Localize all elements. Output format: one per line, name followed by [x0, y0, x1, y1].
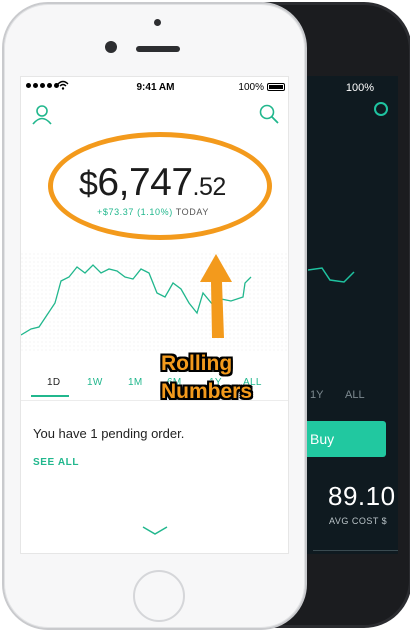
portfolio-chart[interactable] — [21, 253, 289, 353]
pending-orders-text: You have 1 pending order. — [33, 426, 185, 441]
chevron-down-icon[interactable] — [142, 523, 168, 541]
home-button[interactable] — [133, 570, 185, 622]
mockup-stage: 100% 1Y ALL Buy 89.10 AVG COST $ 9:41 AM… — [0, 0, 410, 633]
sensor-dot — [154, 19, 161, 26]
earpiece-speaker — [136, 46, 180, 52]
tab-1w[interactable]: 1W — [87, 377, 103, 388]
back-battery-text: 100% — [345, 82, 374, 94]
active-tab-indicator — [31, 395, 69, 397]
battery-icon — [267, 83, 285, 91]
annotation-label-rolling: Rolling — [161, 352, 233, 375]
battery-percent: 100% — [238, 82, 264, 93]
buy-button[interactable]: Buy — [298, 421, 386, 457]
highlight-ellipse — [48, 132, 272, 240]
back-chart-line — [308, 267, 355, 283]
avg-cost-value: 89.10 — [328, 481, 396, 511]
back-tab-1y[interactable]: 1Y — [310, 389, 323, 401]
annotation-label-numbers: Numbers — [161, 380, 253, 403]
tab-1m[interactable]: 1M — [128, 377, 143, 388]
search-icon[interactable] — [258, 103, 280, 125]
see-all-link[interactable]: SEE ALL — [33, 457, 79, 468]
arrow-up-icon — [200, 254, 232, 338]
back-tab-all[interactable]: ALL — [345, 389, 365, 401]
search-icon[interactable] — [374, 102, 388, 116]
status-bar: 9:41 AM 100% — [21, 77, 288, 97]
back-divider — [313, 550, 398, 551]
avg-cost-label: AVG COST $ — [329, 516, 388, 526]
front-camera — [105, 41, 117, 53]
tab-1d[interactable]: 1D — [47, 377, 60, 388]
profile-icon[interactable] — [31, 103, 53, 125]
